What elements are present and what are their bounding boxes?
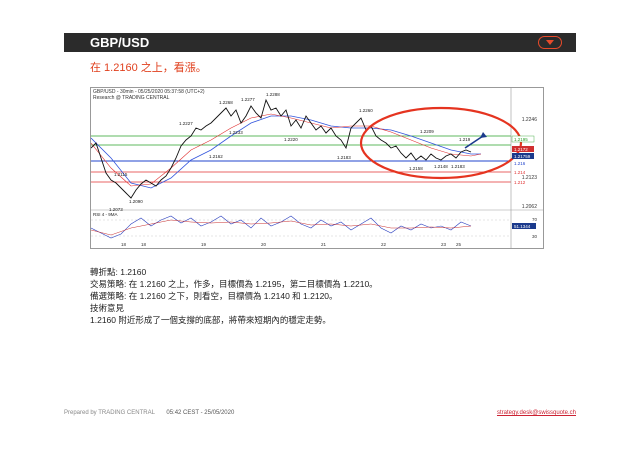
rsi-tick: 70 <box>532 217 538 222</box>
collapse-button[interactable] <box>538 36 562 49</box>
comment-title: 技術意見 <box>90 303 125 313</box>
strategy-text: 交易策略: 在 1.2160 之上，作多，目標價為 1.2195，第二目標價為 … <box>90 279 378 289</box>
arrow-head-icon <box>480 132 487 138</box>
header-bar: GBP/USD <box>64 33 576 52</box>
headline: 在 1.2160 之上，看漲。 <box>90 62 207 74</box>
prepared-by: Prepared by TRADING CENTRAL <box>64 410 155 416</box>
ma-line-2 <box>91 113 482 187</box>
x-label: 21 <box>321 242 327 247</box>
price-annotation: 1.2090 <box>129 199 143 204</box>
price-annotation: 1.2158 <box>409 166 423 171</box>
price-annotation: 1.2209 <box>420 129 434 134</box>
price-annotation: 1.2162 <box>209 154 223 159</box>
analysis-text: 轉折點: 1.2160 交易策略: 在 1.2160 之上，作多，目標價為 1.… <box>90 266 378 326</box>
rsi-ma-line <box>91 219 472 236</box>
level-badge: 1.2172 <box>514 147 528 152</box>
price-annotation: 1.2288 <box>266 92 280 97</box>
last-price-badge: 1.21759 <box>514 154 531 159</box>
rsi-tick: 30 <box>532 234 538 239</box>
price-chart: GBP/USD - 30min - 05/25/2020 05:37:58 (U… <box>90 87 544 249</box>
price-annotation: 1.2148 <box>434 164 448 169</box>
footer-timestamp: 05:42 CEST - 25/05/2020 <box>166 410 235 416</box>
price-annotation: 1.2183 <box>451 164 465 169</box>
x-label: 18 <box>141 242 147 247</box>
price-annotation: 1.2260 <box>359 108 373 113</box>
price-annotation: 1.2268 <box>219 100 233 105</box>
x-label: 23 <box>441 242 447 247</box>
price-annotation: 1.2183 <box>337 155 351 160</box>
contact-email-link[interactable]: strategy.desk@swissquote.ch <box>497 410 576 416</box>
price-annotation: 1.2277 <box>241 97 255 102</box>
comment-text: 1.2160 附近形成了一個支撐的底部，將帶來短期內的穩定走勢。 <box>90 315 331 325</box>
x-label: 18 <box>121 242 127 247</box>
level-badge: 1.216 <box>514 161 526 166</box>
chart-svg: 1.2246 1.2123 1.2062 1.2195 1.2172 1.217… <box>91 88 543 248</box>
price-annotation: 1.2233 <box>229 130 243 135</box>
chevron-down-icon <box>546 40 554 45</box>
x-label: 22 <box>381 242 387 247</box>
price-tick: 1.2062 <box>522 204 538 210</box>
price-annotation: 1.2227 <box>179 121 193 126</box>
rsi-label: RSI 4 - 9MA <box>93 212 118 217</box>
level-badge: 1.2195 <box>514 137 528 142</box>
price-annotation: 1.2115 <box>114 172 128 177</box>
price-annotation: 1.2220 <box>284 137 298 142</box>
price-annotation: 1.219 <box>459 137 471 142</box>
rsi-badge: 51.1344 <box>514 224 531 229</box>
footer-left: Prepared by TRADING CENTRAL 05:42 CEST -… <box>64 410 234 416</box>
level-badge: 1.212 <box>514 180 526 185</box>
alternative-text: 備選策略: 在 1.2160 之下，則看空，目標價為 1.2140 和 1.21… <box>90 291 338 301</box>
pivot-line-text: 轉折點: 1.2160 <box>90 267 147 277</box>
x-label: 25 <box>456 242 462 247</box>
price-tick: 1.2246 <box>522 117 538 123</box>
price-line <box>91 98 472 199</box>
page-title: GBP/USD <box>90 35 150 50</box>
level-badge: 1.214 <box>514 170 526 175</box>
x-label: 20 <box>261 242 267 247</box>
x-label: 19 <box>201 242 207 247</box>
rsi-line <box>91 215 472 239</box>
